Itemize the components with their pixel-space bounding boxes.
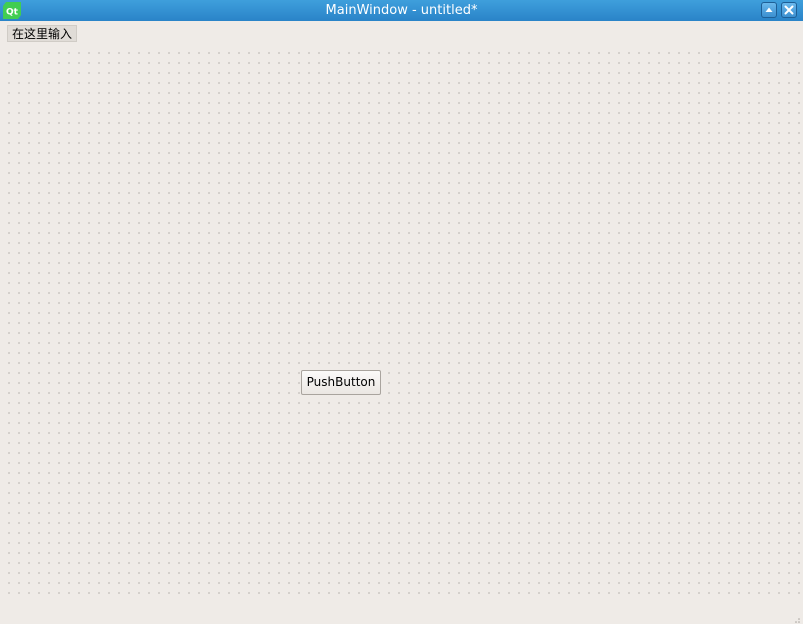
push-button[interactable]: PushButton <box>301 370 381 395</box>
window-title: MainWindow - untitled* <box>325 3 478 18</box>
menu-type-here-item[interactable]: 在这里输入 <box>7 25 78 42</box>
menu-bar: 在这里输入 <box>0 21 803 44</box>
status-bar <box>0 598 803 624</box>
maximize-button[interactable] <box>761 2 777 18</box>
size-grip-icon[interactable] <box>791 612 801 623</box>
form-design-canvas[interactable]: PushButton <box>0 44 803 598</box>
main-window: Qt MainWindow - untitled* 在这里输入 PushButt… <box>0 0 803 624</box>
title-bar[interactable]: Qt MainWindow - untitled* <box>0 0 803 21</box>
close-button[interactable] <box>781 2 797 18</box>
